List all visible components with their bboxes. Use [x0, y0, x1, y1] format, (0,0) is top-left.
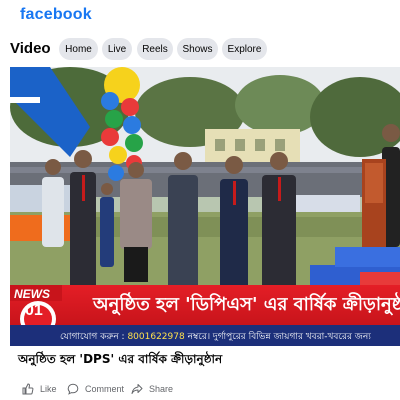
like-label: Like [40, 384, 57, 394]
share-button[interactable]: Share [131, 381, 173, 397]
sub-ticker-text: যোগাযোগ করুন : 8001622978 নম্বরে। দুর্গা… [60, 329, 371, 344]
share-label: Share [149, 384, 174, 394]
tab-home[interactable]: Home [59, 38, 98, 60]
video-nav: Video Home Live Reels Shows Explore [0, 36, 400, 64]
comment-button[interactable]: Comment [67, 381, 124, 397]
post-actions: Like Comment Share [0, 376, 400, 400]
thumbs-up-icon [22, 383, 34, 395]
like-button[interactable]: Like [22, 381, 57, 397]
facebook-logo[interactable]: facebook [20, 6, 92, 24]
tab-live[interactable]: Live [102, 38, 132, 60]
channel-number: 01 [25, 302, 43, 319]
sub-ticker: যোগাযোগ করুন : 8001622978 নম্বরে। দুর্গা… [10, 325, 400, 346]
tab-shows[interactable]: Shows [177, 38, 218, 60]
sub-ticker-phone: 8001622978 [127, 332, 185, 342]
headline-text: অনুষ্ঠিত হল 'ডিপিএস' এর বার্ষিক ক্রীড়ান… [93, 294, 400, 315]
tab-explore[interactable]: Explore [222, 38, 267, 60]
top-bar: facebook [0, 0, 400, 34]
comment-icon [67, 383, 79, 395]
sub-ticker-prefix: যোগাযোগ করুন : [60, 332, 128, 342]
news-ticker: NEWS 01 অনুষ্ঠিত হল 'ডিপিএস' এর বার্ষিক … [10, 285, 400, 337]
page-title: Video [10, 40, 51, 57]
video-player[interactable]: NEWS 01 অনুষ্ঠিত হল 'ডিপিএস' এর বার্ষিক … [10, 67, 400, 346]
channel-logo-text: NEWS [14, 287, 50, 301]
sub-ticker-rest: নম্বরে। দুর্গাপুরের বিভিন্ন জায়গার খবরা… [184, 332, 371, 342]
share-icon [131, 384, 143, 394]
comment-label: Comment [85, 384, 125, 394]
tab-reels[interactable]: Reels [137, 38, 173, 60]
post-caption: অনুষ্ঠিত হল 'DPS' এর বার্ষিক ক্রীড়ানুষ্… [18, 352, 223, 366]
